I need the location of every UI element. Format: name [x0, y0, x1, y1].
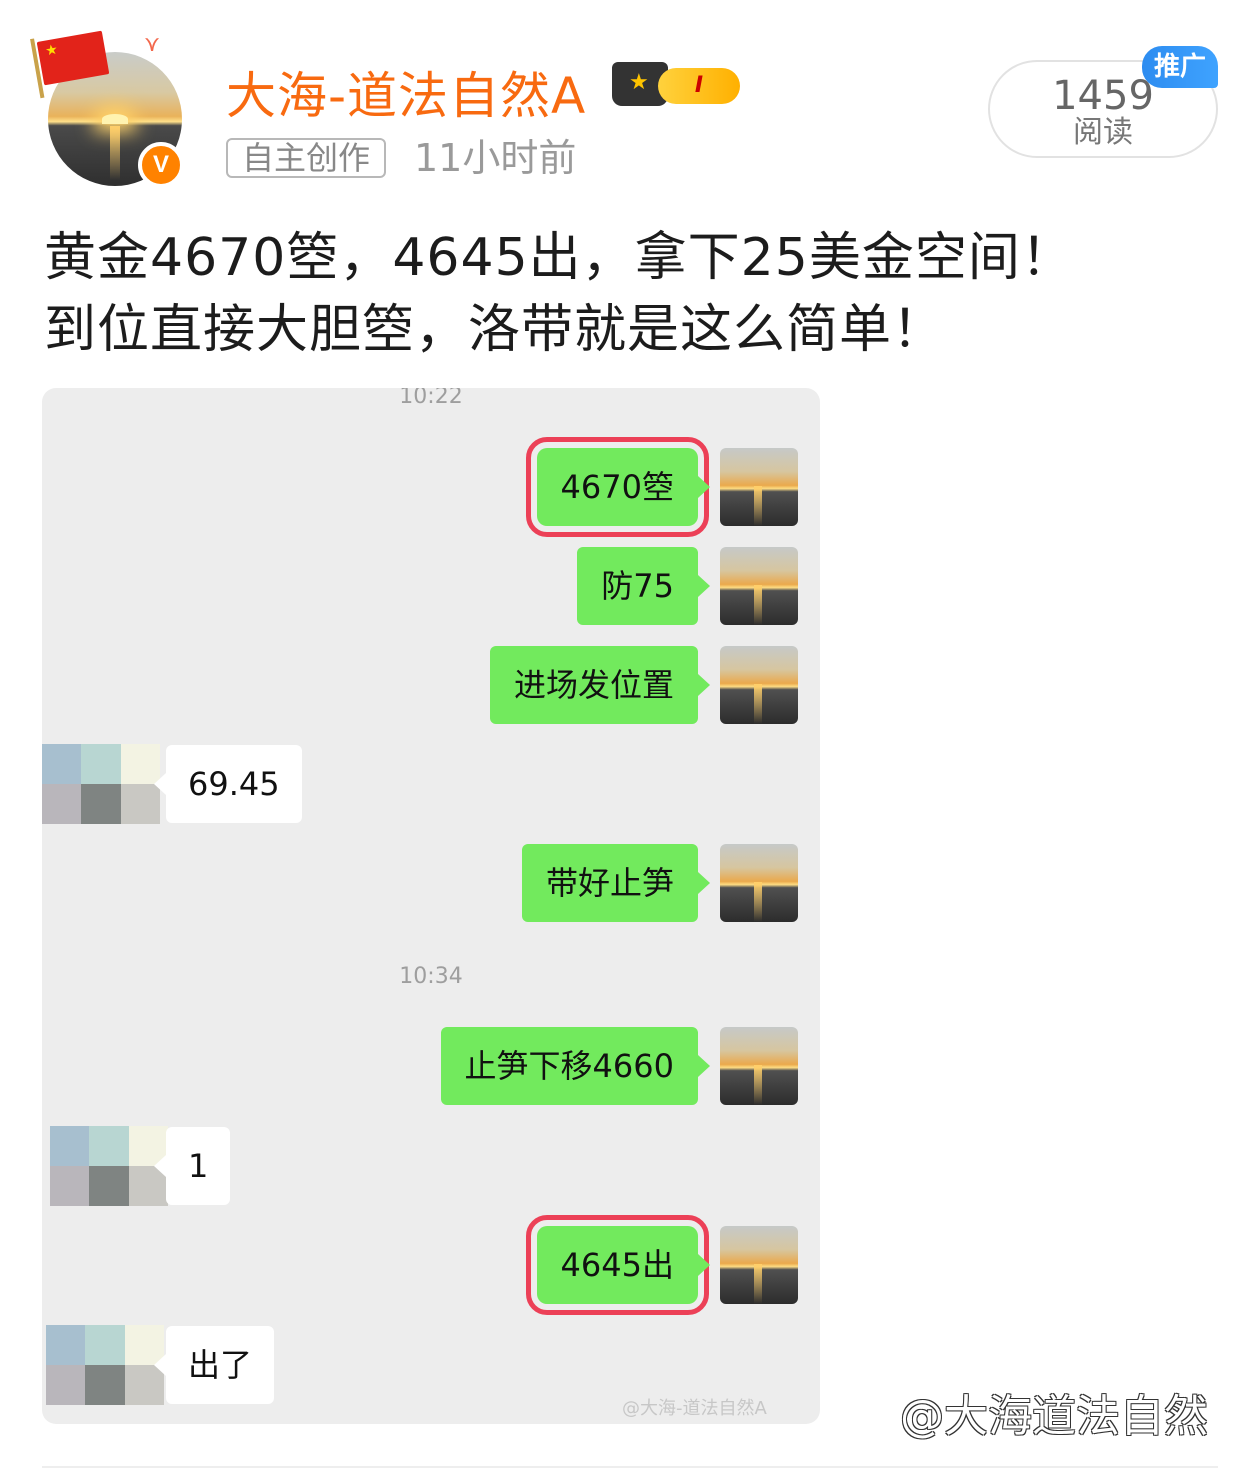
mosaic-avatar: [50, 1126, 168, 1206]
post-body: 黄金4670箜，4645出，拿下25美金空间！ 到位直接大胆箜，洛带就是这么简单…: [44, 222, 1234, 366]
message-bubble-me: 4645出: [525, 1215, 711, 1315]
message-bubble-me: 4670箜: [525, 437, 711, 537]
my-avatar: [720, 646, 798, 724]
my-avatar: [720, 448, 798, 526]
my-avatar: [720, 844, 798, 922]
message-bubble-them: 1: [153, 1127, 231, 1205]
mosaic-avatar: [42, 744, 160, 824]
my-avatar: [720, 1226, 798, 1304]
author-avatar-group[interactable]: ★ ⋎ V: [30, 30, 190, 192]
message-bubble-them: 出了: [153, 1326, 275, 1404]
level-badge: I: [658, 68, 740, 104]
weibo-watermark: @大海-道法自然A: [622, 1398, 767, 1419]
my-avatar: [720, 547, 798, 625]
message-bubble-them: 69.45: [154, 745, 302, 823]
sunset-reflection: [110, 126, 120, 180]
verified-badge-icon: V: [138, 142, 184, 188]
post-line-2: 到位直接大胆箜，洛带就是这么简单！: [44, 300, 946, 360]
post-line-1: 黄金4670箜，4645出，拿下25美金空间！: [44, 228, 1074, 288]
promote-button[interactable]: 推广: [1142, 46, 1218, 88]
mosaic-avatar: [46, 1325, 164, 1405]
chat-timestamp: 10:22: [399, 388, 463, 409]
original-content-tag: 自主创作: [226, 138, 387, 178]
message-bubble-me: 带好止笋: [521, 844, 711, 922]
my-avatar: [720, 1027, 798, 1105]
vip-crown-icon[interactable]: I: [612, 60, 744, 110]
sunset-image: [102, 114, 128, 124]
chat-timestamp: 10:34: [399, 964, 463, 989]
bird-decoration-icon: ⋎: [144, 32, 161, 57]
read-label: 阅读: [1073, 115, 1133, 150]
post-time: 11小时前: [414, 136, 577, 180]
message-bubble-me: 防75: [577, 547, 710, 625]
author-name[interactable]: 大海-道法自然A: [226, 56, 586, 128]
divider: [42, 1466, 1218, 1468]
weibo-watermark-outer: @大海道法自然: [900, 1391, 1208, 1442]
message-bubble-me: 止笋下移4660: [440, 1027, 711, 1105]
chat-screenshot[interactable]: 10:22 4670箜 防75 进场发位置 69.45 带好止笋 10:34 止…: [42, 388, 820, 1424]
message-bubble-me: 进场发位置: [489, 646, 711, 724]
